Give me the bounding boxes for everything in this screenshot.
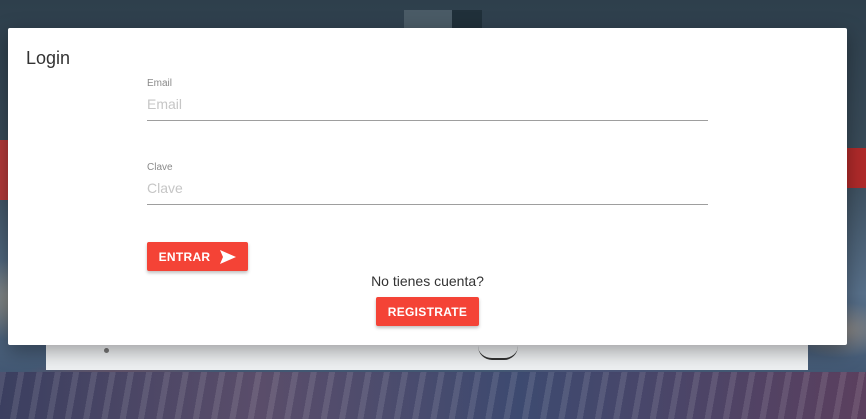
background-decoration xyxy=(404,10,482,28)
login-button[interactable]: ENTRAR xyxy=(147,242,248,271)
clave-field-group: Clave xyxy=(147,162,708,205)
modal-title: Login xyxy=(26,48,71,68)
background-decoration xyxy=(0,372,866,419)
background-decoration xyxy=(104,348,109,353)
background-decoration xyxy=(846,148,866,188)
email-field-group: Email xyxy=(147,78,708,121)
send-icon xyxy=(220,249,237,264)
register-button-label: REGISTRATE xyxy=(387,304,468,319)
email-label: Email xyxy=(147,78,173,89)
clave-label: Clave xyxy=(147,162,173,173)
email-input[interactable] xyxy=(147,92,708,121)
clave-input[interactable] xyxy=(147,176,708,205)
no-account-text: No tienes cuenta? xyxy=(371,273,484,289)
background-card xyxy=(46,344,808,370)
register-button[interactable]: REGISTRATE xyxy=(376,297,479,326)
login-button-label: ENTRAR xyxy=(158,249,211,264)
login-modal: Login Email Clave ENTRAR No tienes cuent… xyxy=(8,28,847,345)
